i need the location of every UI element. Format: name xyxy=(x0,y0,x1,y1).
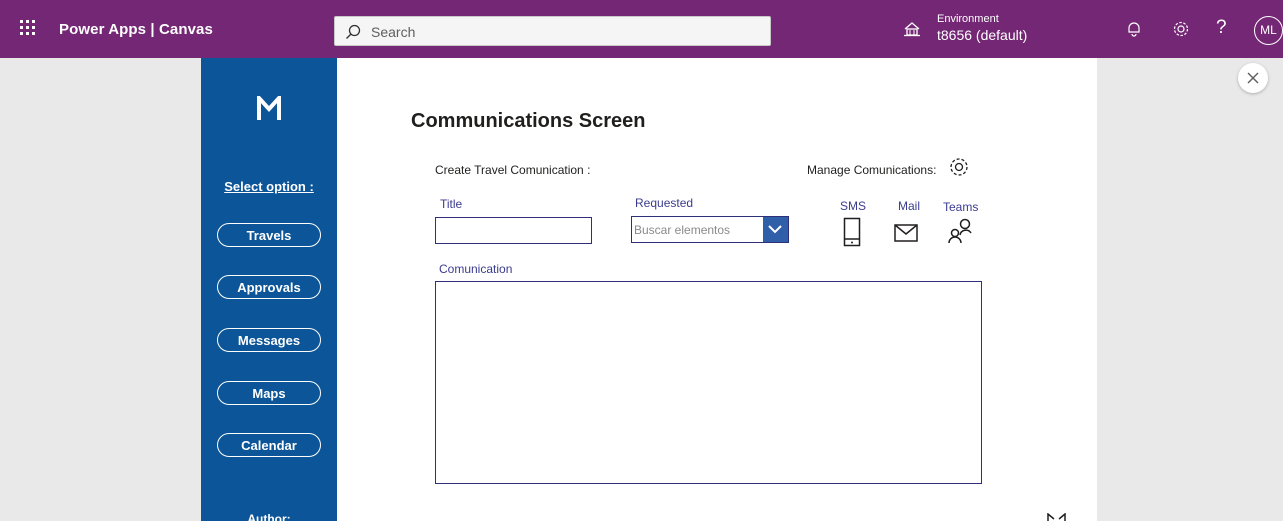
page-title: Communications Screen xyxy=(411,110,646,132)
communication-textarea[interactable] xyxy=(435,281,982,484)
environment-value[interactable]: t8656 (default) xyxy=(937,27,1027,43)
sms-label: SMS xyxy=(840,199,867,213)
teams-label: Teams xyxy=(943,200,979,214)
bell-icon[interactable] xyxy=(1127,21,1141,37)
approvals-button[interactable]: Approvals xyxy=(217,275,321,299)
gear-icon[interactable] xyxy=(1172,20,1190,38)
partial-icon xyxy=(1047,513,1066,521)
app-title[interactable]: Power Apps | Canvas xyxy=(59,21,213,38)
app-launcher-icon[interactable] xyxy=(20,20,36,36)
close-button[interactable] xyxy=(1238,63,1268,93)
messages-button[interactable]: Messages xyxy=(217,328,321,352)
search-icon xyxy=(346,24,361,39)
sidebar: Select option : Travels Approvals Messag… xyxy=(201,58,337,521)
top-bar: Power Apps | Canvas Environment t8656 (d… xyxy=(0,0,1283,58)
requested-dropdown[interactable]: Buscar elementos xyxy=(631,216,789,243)
manage-communications-label: Manage Comunications: xyxy=(807,163,937,177)
app-canvas: Select option : Travels Approvals Messag… xyxy=(201,58,1097,521)
communication-label: Comunication xyxy=(439,262,513,276)
requested-label: Requested xyxy=(635,196,694,210)
requested-placeholder: Buscar elementos xyxy=(634,223,731,237)
logo-icon xyxy=(257,96,281,120)
dropdown-toggle[interactable] xyxy=(763,217,788,242)
select-option-label: Select option : xyxy=(224,179,314,194)
travels-button[interactable]: Travels xyxy=(217,223,321,247)
avatar[interactable]: ML xyxy=(1254,16,1283,45)
title-label: Title xyxy=(440,197,463,211)
environment-label: Environment xyxy=(937,13,999,25)
help-icon[interactable]: ? xyxy=(1216,17,1227,39)
people-icon[interactable] xyxy=(948,218,972,244)
maps-button[interactable]: Maps xyxy=(217,381,321,405)
close-icon xyxy=(1247,72,1259,84)
chevron-down-icon xyxy=(768,225,782,234)
create-communication-label: Create Travel Comunication : xyxy=(435,163,591,177)
phone-icon[interactable] xyxy=(843,217,861,247)
search-input[interactable] xyxy=(371,21,751,43)
title-field[interactable] xyxy=(435,217,592,244)
mail-label: Mail xyxy=(898,199,921,213)
search-box[interactable] xyxy=(334,16,771,46)
mail-icon[interactable] xyxy=(894,224,918,242)
environment-icon[interactable] xyxy=(903,21,921,37)
calendar-button[interactable]: Calendar xyxy=(217,433,321,457)
gear-icon[interactable] xyxy=(948,156,970,178)
author-label: Author: xyxy=(247,512,291,521)
